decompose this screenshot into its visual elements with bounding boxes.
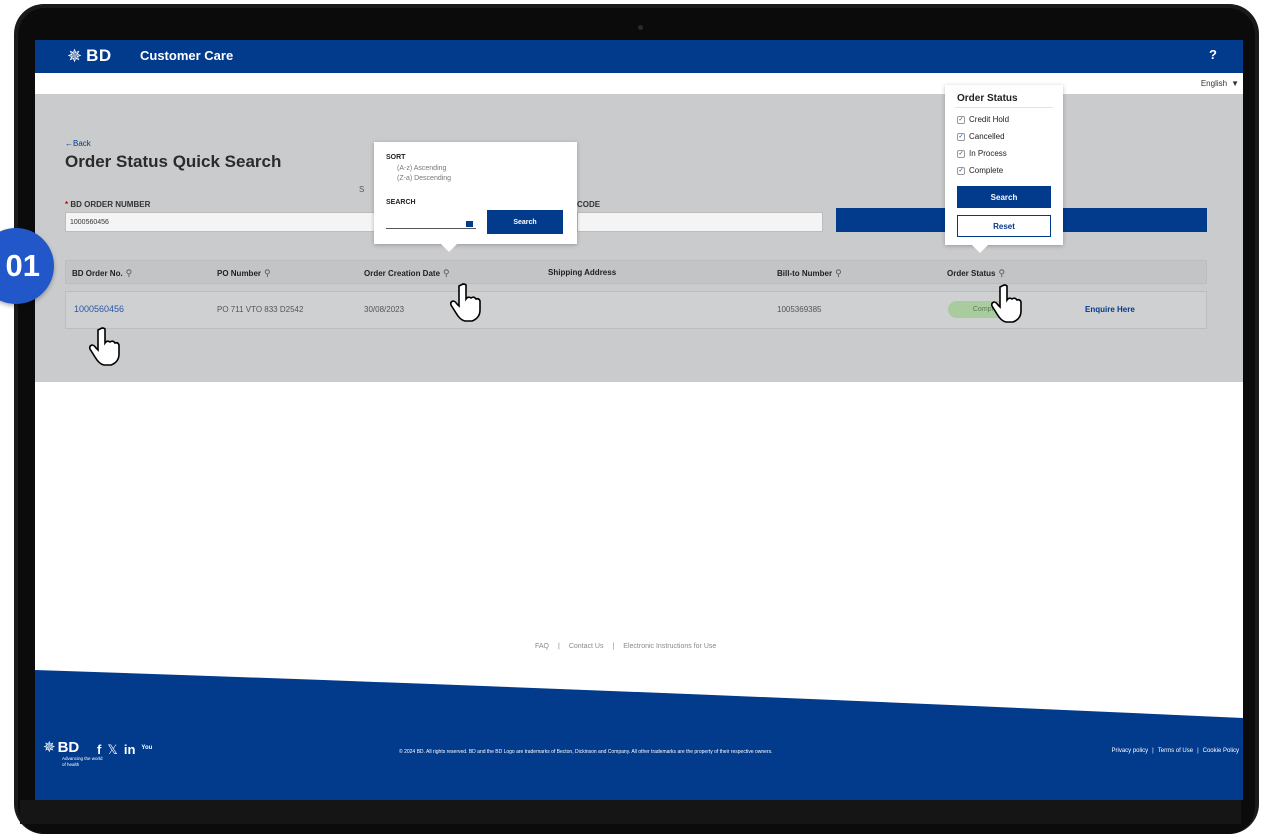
divider <box>955 107 1053 108</box>
bd-logo[interactable]: ✵ BD <box>67 46 112 66</box>
table-header: BD Order No. ⚲ PO Number ⚲ Order Creation … <box>65 260 1207 284</box>
calendar-icon[interactable] <box>466 221 473 227</box>
col-shipping-address-label: Shipping Address <box>548 268 617 277</box>
status-option-complete[interactable]: ✓ Complete <box>957 166 1003 175</box>
check-icon[interactable]: ✓ <box>957 149 965 158</box>
social-links: f 𝕏 in You <box>97 742 152 758</box>
footer-link-contact[interactable]: Contact Us <box>569 643 604 650</box>
check-icon[interactable]: ✓ <box>957 115 965 124</box>
search-icon[interactable]: ⚲ <box>126 268 133 279</box>
search-title: SEARCH <box>386 199 416 206</box>
col-bill-to-number-label: Bill-to Number <box>777 269 833 278</box>
col-po-number-label: PO Number <box>217 269 262 278</box>
col-order-status: Order Status ⚲ <box>947 268 1005 279</box>
search-icon[interactable]: ⚲ <box>264 268 271 279</box>
code-input[interactable] <box>577 212 823 232</box>
caret-down-icon: ▼ <box>1231 79 1239 88</box>
footer-brand: BD <box>57 739 80 756</box>
footer-link-eifu[interactable]: Electronic Instructions for Use <box>623 643 716 650</box>
linkedin-icon[interactable]: in <box>124 742 136 758</box>
order-number-input[interactable]: 1000560456 <box>65 212 375 232</box>
bd-star-icon: ✵ <box>43 739 56 756</box>
status-search-button[interactable]: Search <box>957 186 1051 208</box>
status-option-label: In Process <box>969 149 1007 158</box>
footer-separator: | <box>612 643 615 650</box>
footer-separator: | <box>558 643 560 650</box>
status-option-label: Complete <box>969 166 1004 175</box>
bill-to-cell: 1005369385 <box>777 305 822 314</box>
bd-logo-text: BD <box>86 46 112 65</box>
date-search-input[interactable] <box>386 228 476 229</box>
copyright-text: © 2024 BD. All rights reserved. BD and t… <box>399 749 773 755</box>
check-icon[interactable]: ✓ <box>957 166 965 175</box>
search-icon[interactable]: ⚲ <box>835 268 842 279</box>
terms-of-use-link[interactable]: Terms of Use <box>1158 748 1193 754</box>
sort-popover: SORT (A-z) Ascending (Z-a) Descending SE… <box>374 142 577 252</box>
sort-title: SORT <box>386 154 406 161</box>
col-shipping-address: Shipping Address <box>548 268 616 277</box>
status-option-cancelled[interactable]: ✓ Cancelled <box>957 132 1005 141</box>
po-number-cell: PO 711 VTO 833 D2542 <box>217 305 304 314</box>
pointing-hand-icon <box>990 284 1022 323</box>
x-twitter-icon[interactable]: 𝕏 <box>107 742 117 758</box>
check-icon[interactable]: ✓ <box>957 132 965 141</box>
order-number-label-text: BD ORDER NUMBER <box>70 200 151 209</box>
col-bd-order-no-label: BD Order No. <box>72 269 123 278</box>
privacy-policy-link[interactable]: Privacy policy <box>1111 748 1148 754</box>
footer-link-faq[interactable]: FAQ <box>535 643 549 650</box>
youtube-icon[interactable]: You <box>141 742 152 758</box>
footer-background <box>35 670 1243 800</box>
search-icon[interactable]: ⚲ <box>998 268 1005 279</box>
order-date-cell: 30/08/2023 <box>364 305 405 314</box>
footer-separator: | <box>1152 748 1154 754</box>
col-order-creation-date: Order Creation Date ⚲ <box>364 268 450 279</box>
col-bd-order-no: BD Order No. ⚲ <box>72 268 132 279</box>
footer-bd-logo[interactable]: ✵ BD <box>43 738 79 757</box>
table-row: 1000560456 PO 711 VTO 833 D2542 30/08/20… <box>65 291 1207 329</box>
sort-descending-option[interactable]: (Z-a) Descending <box>397 175 451 182</box>
col-order-creation-date-label: Order Creation Date <box>364 269 441 278</box>
screen: ✵ BD Customer Care ? English ▼ ←Back Ord… <box>35 40 1243 800</box>
facebook-icon[interactable]: f <box>97 742 101 758</box>
laptop-bottom-bar <box>20 800 1241 824</box>
help-button[interactable]: ? <box>1209 47 1217 62</box>
hidden-field-label: S <box>359 185 365 194</box>
status-option-in-process[interactable]: ✓ In Process <box>957 149 1007 158</box>
top-header: ✵ BD Customer Care ? <box>35 40 1243 73</box>
order-status-title: Order Status <box>957 93 1018 104</box>
code-label: CODE <box>577 200 601 209</box>
status-reset-button[interactable]: Reset <box>957 215 1051 237</box>
language-select[interactable]: English ▼ <box>1201 79 1239 88</box>
language-label: English <box>1200 79 1228 88</box>
required-asterisk: * <box>65 200 69 209</box>
back-link[interactable]: ←Back <box>65 139 91 148</box>
pointing-hand-icon <box>449 283 481 322</box>
pointing-hand-icon <box>88 327 120 366</box>
camera-dot <box>638 25 643 30</box>
bd-star-icon: ✵ <box>67 46 83 66</box>
sort-ascending-option[interactable]: (A-z) Ascending <box>397 165 446 172</box>
policy-links: Privacy policy | Terms of Use | Cookie P… <box>1111 748 1239 754</box>
cookie-policy-link[interactable]: Cookie Policy <box>1203 748 1239 754</box>
status-option-credit-hold[interactable]: ✓ Credit Hold <box>957 115 1009 124</box>
order-number-link[interactable]: 1000560456 <box>74 304 124 314</box>
search-icon[interactable]: ⚲ <box>443 268 450 279</box>
order-number-label: * BD ORDER NUMBER <box>65 200 150 209</box>
order-status-popover: Order Status ✓ Credit Hold ✓ Cancelled ✓ In… <box>945 85 1063 253</box>
col-po-number: PO Number ⚲ <box>217 268 271 279</box>
status-option-label: Credit Hold <box>969 115 1010 124</box>
col-order-status-label: Order Status <box>947 269 996 278</box>
app-title: Customer Care <box>140 48 234 63</box>
status-option-label: Cancelled <box>969 132 1005 141</box>
sort-search-button[interactable]: Search <box>487 210 563 234</box>
footer-links: FAQ | Contact Us | Electronic Instructio… <box>535 643 716 650</box>
footer-separator: | <box>1197 748 1199 754</box>
order-number-value: 1000560456 <box>70 218 109 226</box>
col-bill-to-number: Bill-to Number ⚲ <box>777 268 842 279</box>
page-title: Order Status Quick Search <box>65 152 282 171</box>
enquire-here-link[interactable]: Enquire Here <box>1085 305 1135 314</box>
